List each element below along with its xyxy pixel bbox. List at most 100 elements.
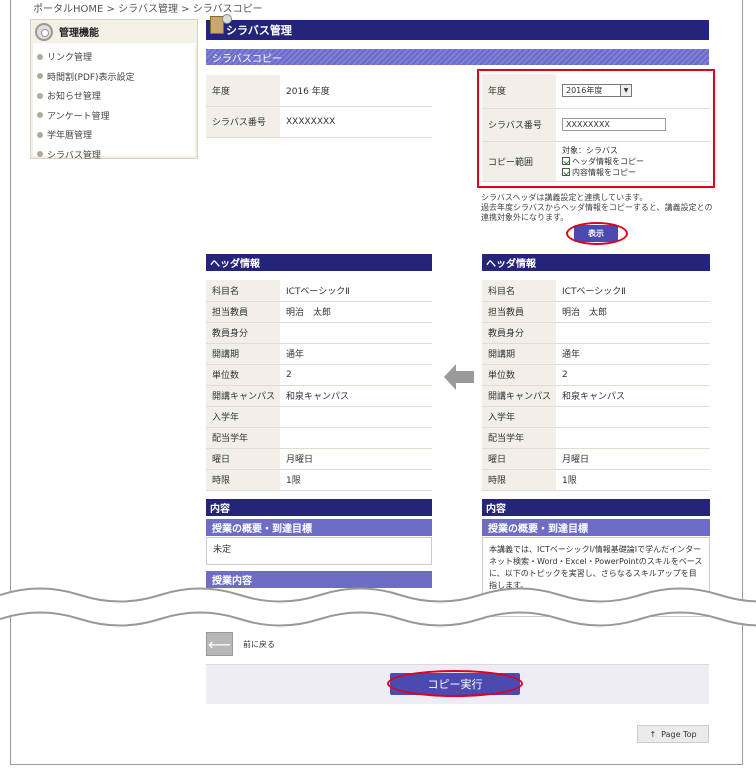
sidebar-item-syllabus[interactable]: シラバス管理 [33,145,195,165]
sidebar-item-notices[interactable]: お知らせ管理 [33,86,195,106]
highlight-box [477,69,715,188]
breadcrumb-separator: > [103,4,119,15]
source-form: 年度 2016 年度 シラバス番号 XXXXXXXX [206,75,432,138]
section-heading: 内容 [486,504,506,515]
header-info-row: 科目名 ICTベーシックⅡ [206,280,432,302]
header-info-value: 1限 [280,469,432,491]
form-row: 年度 2016 年度 [206,75,432,107]
header-info-value [556,427,710,449]
header-info-row: 教員身分 [206,322,432,344]
header-info-row: 開講期 通年 [206,343,432,365]
sidebar-item-timetable-pdf[interactable]: 時間割(PDF)表示設定 [33,67,195,87]
header-info-label: 単位数 [482,364,556,386]
bullet-icon [37,73,43,80]
sidebar-item-link-management[interactable]: リンク管理 [33,47,195,67]
header-info-row: 配当学年 [206,427,432,449]
syllabus-number-value: XXXXXXXX [280,106,432,138]
header-info-table-right: 科目名 ICTベーシックⅡ 担当教員 明治 太郎 教員身分 開講期 通年 単位数 2 開講キャンパ… [482,280,710,491]
header-info-value: 通年 [556,343,710,365]
section-title-bar: シラバスコピー [206,49,709,65]
section-heading: ヘッダ情報 [486,259,536,270]
sidebar-item-label: 学年暦管理 [47,131,93,142]
form-row: シラバス番号 XXXXXXXX [206,106,432,138]
note-line: 過去年度シラバスからヘッダ情報をコピーすると、講義設定との [481,203,713,212]
header-info-table-left: 科目名 ICTベーシックⅡ 担当教員 明治 太郎 教員身分 開講期 通年 単位数 2 開講キャンパ… [206,280,432,491]
header-info-label: 担当教員 [482,301,556,323]
sidebar-header: 管理機能 [31,20,197,44]
header-info-value [556,322,710,344]
sidebar-title: 管理機能 [59,28,99,39]
sidebar-item-label: リンク管理 [47,53,93,64]
header-info-title-left: ヘッダ情報 [206,254,432,271]
breadcrumb-separator: > [178,4,193,15]
header-info-value: 2 [556,364,710,386]
sidebar-item-label: お知らせ管理 [47,92,101,103]
subsection-heading: 授業の概要・到達目標 [488,524,588,535]
section-heading: 内容 [210,504,230,515]
gear-icon [35,22,53,41]
header-info-row: 開講期 通年 [482,343,710,365]
sidebar-item-survey[interactable]: アンケート管理 [33,106,195,126]
page-title-bar: シラバス管理 [206,20,709,40]
section-title: シラバスコピー [212,53,282,65]
overview-text: 未定 [213,545,232,555]
header-info-label: 教員身分 [482,322,556,344]
highlight-oval [566,222,628,245]
header-info-row: 入学年 [482,406,710,428]
bullet-icon [37,151,43,158]
header-info-value [280,427,432,449]
header-info-row: 教員身分 [482,322,710,344]
note-line: シラバスヘッダは講義設定と連携しています。 [481,193,648,202]
sidebar-menu: リンク管理 時間割(PDF)表示設定 お知らせ管理 アンケート管理 学年暦管理 … [33,44,195,161]
page-top-button[interactable]: ↑ Page Top [637,725,709,743]
header-info-label: 配当学年 [482,427,556,449]
sidebar: 管理機能 リンク管理 時間割(PDF)表示設定 お知らせ管理 アンケート管理 学… [30,19,198,161]
header-info-value: 明治 太郎 [556,301,710,323]
overview-title-left: 授業の概要・到達目標 [206,519,432,536]
header-info-row: 開講キャンパス 和泉キャンパス [206,385,432,407]
content-title-right: 内容 [482,499,710,516]
back-link[interactable]: ⟵ 前に戻る [206,632,275,656]
bullet-icon [37,92,43,99]
header-info-label: 入学年 [482,406,556,428]
sidebar-item-label: シラバス管理 [47,150,101,161]
breadcrumb-syllabus-link[interactable]: シラバス管理 [118,4,178,15]
copy-direction-arrow-icon [444,364,474,390]
section-heading: ヘッダ情報 [210,259,260,270]
sidebar-item-calendar[interactable]: 学年暦管理 [33,125,195,145]
header-info-label: 時限 [206,469,280,491]
header-info-value: 通年 [280,343,432,365]
header-info-row: 時限 1限 [206,469,432,491]
highlight-oval [387,670,523,697]
header-info-row: 単位数 2 [482,364,710,386]
bullet-icon [37,53,43,60]
header-info-row: 配当学年 [482,427,710,449]
header-info-label: 開講期 [206,343,280,365]
header-info-row: 担当教員 明治 太郎 [206,301,432,323]
header-info-value: 2 [280,364,432,386]
header-info-label: 曜日 [482,448,556,470]
header-info-label: 開講期 [482,343,556,365]
header-info-value: 明治 太郎 [280,301,432,323]
header-info-label: 入学年 [206,406,280,428]
header-info-label: 科目名 [482,280,556,302]
header-info-label: 担当教員 [206,301,280,323]
breadcrumb-home-link[interactable]: ポータルHOME [33,4,103,15]
header-info-value: 月曜日 [280,448,432,470]
year-value: 2016 年度 [280,75,432,107]
header-info-label: 配当学年 [206,427,280,449]
back-label: 前に戻る [243,639,275,649]
header-info-row: 曜日 月曜日 [206,448,432,470]
syllabus-number-label: シラバス番号 [206,106,280,138]
header-info-row: 入学年 [206,406,432,428]
header-info-label: 科目名 [206,280,280,302]
header-info-label: 教員身分 [206,322,280,344]
year-label: 年度 [206,75,280,107]
header-info-label: 曜日 [206,448,280,470]
header-info-label: 開講キャンパス [482,385,556,407]
header-info-row: 時限 1限 [482,469,710,491]
sidebar-item-label: 時間割(PDF)表示設定 [47,72,135,83]
header-info-value [280,406,432,428]
header-info-row: 科目名 ICTベーシックⅡ [482,280,710,302]
header-info-label: 開講キャンパス [206,385,280,407]
